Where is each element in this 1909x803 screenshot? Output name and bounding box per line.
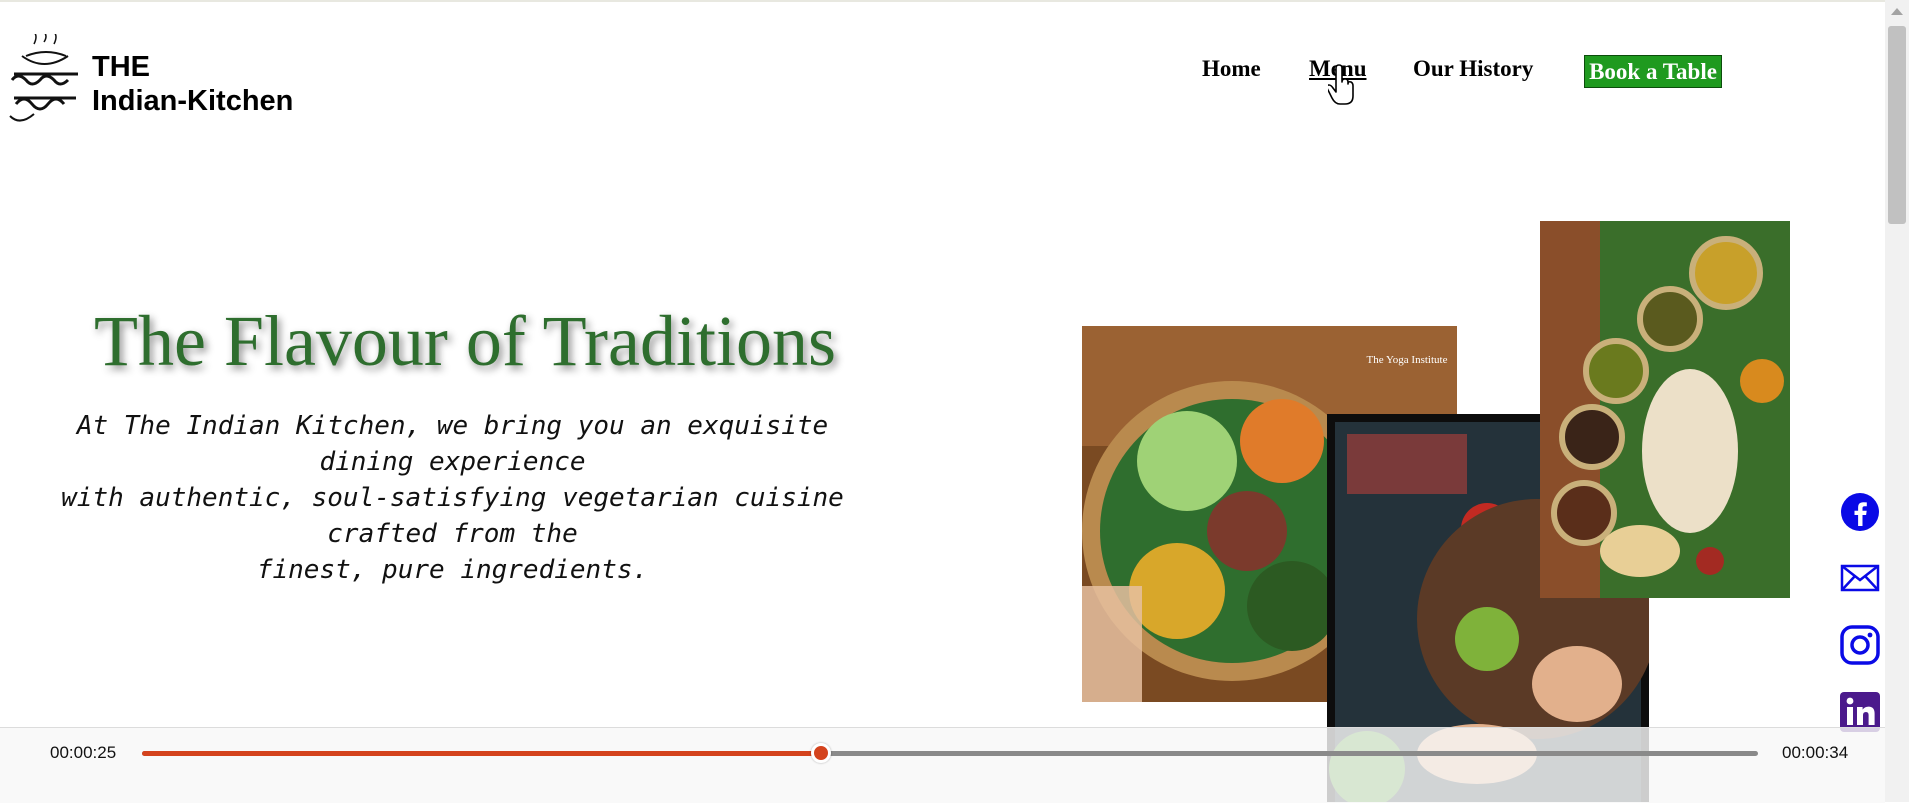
seek-bar-progress — [142, 751, 821, 756]
mail-icon[interactable] — [1840, 558, 1880, 598]
hero-line: finest, pure ingredients. — [256, 555, 649, 585]
food-photo-thali — [1540, 221, 1790, 598]
brand-line-2: Indian-Kitchen — [92, 85, 294, 117]
facebook-icon[interactable] — [1840, 492, 1880, 532]
current-time: 00:00:25 — [50, 743, 117, 762]
nav-home[interactable]: Home — [1202, 56, 1261, 82]
hand-cursor-icon — [1325, 64, 1354, 106]
seek-handle[interactable] — [810, 743, 831, 763]
book-a-table-button[interactable]: Book a Table — [1584, 55, 1722, 88]
hero-title: The Flavour of Traditions — [93, 301, 836, 381]
scrollbar-thumb[interactable] — [1888, 26, 1906, 224]
linkedin-icon[interactable] — [1840, 692, 1880, 732]
hero-line: crafted from the — [327, 519, 578, 549]
video-control-bar — [0, 727, 1885, 803]
scroll-up-arrow-icon[interactable] — [1891, 8, 1903, 15]
brand-name[interactable]: THE Indian-Kitchen — [92, 50, 293, 118]
logo[interactable] — [4, 31, 88, 126]
total-time: 00:00:34 — [1782, 743, 1849, 762]
hero-description: At The Indian Kitchen, we bring you an e… — [30, 408, 875, 588]
hero-line: with authentic, soul-satisfying vegetari… — [61, 483, 844, 513]
brand-line-1: THE — [92, 51, 150, 83]
seek-bar[interactable] — [142, 743, 1758, 763]
top-border — [0, 0, 1888, 2]
hero-line: dining experience — [319, 447, 586, 477]
hero-line: At The Indian Kitchen, we bring you an e… — [76, 411, 829, 441]
nav-our-history[interactable]: Our History — [1413, 56, 1533, 82]
photo-caption: The Yoga Institute — [1367, 354, 1448, 366]
instagram-icon[interactable] — [1840, 625, 1880, 665]
